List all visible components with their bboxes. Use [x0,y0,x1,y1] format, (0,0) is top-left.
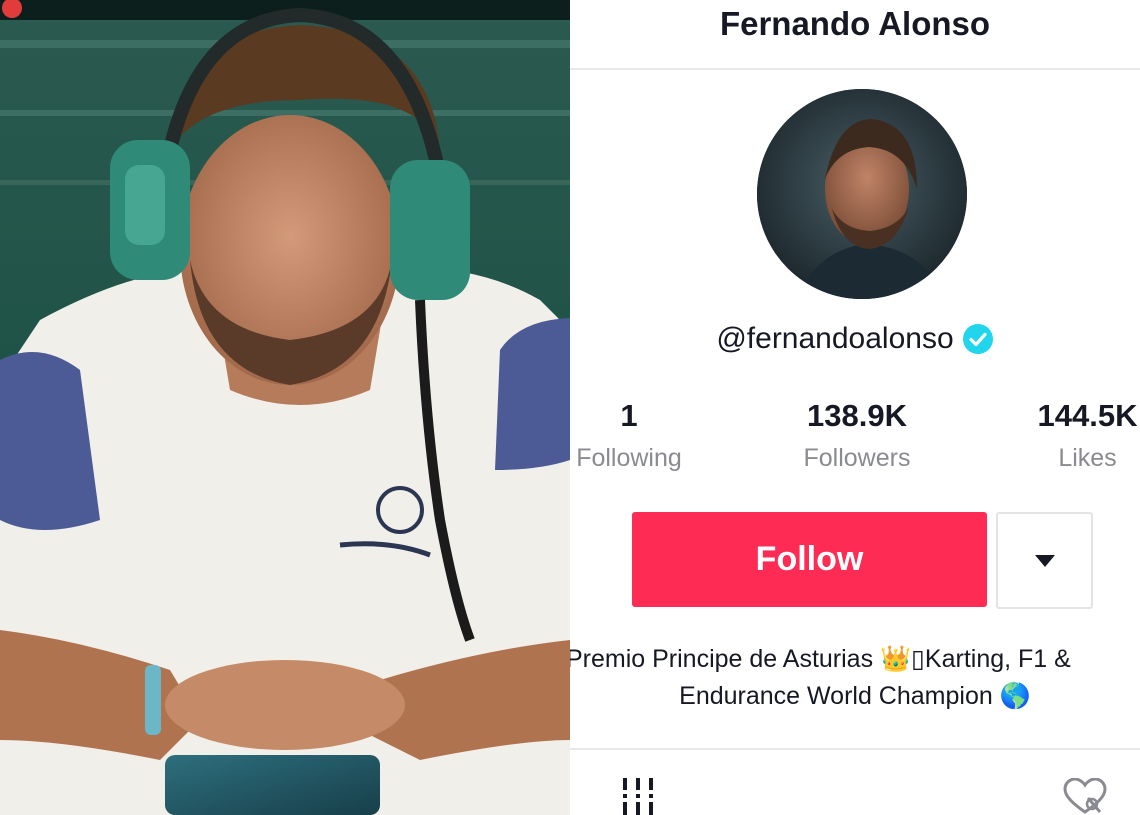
stat-value: 1 [620,398,638,433]
stat-value: 144.5K [1037,398,1138,433]
stat-label: Followers [803,444,911,472]
follow-button[interactable]: Follow [632,512,987,607]
stat-label: Following [576,444,682,472]
hidden-heart-icon[interactable] [1062,778,1108,815]
bio-line-2: Endurance World Champion 🌎 [679,682,1031,710]
stat-value: 138.9K [807,398,907,433]
handle-row: @fernandoalonso [570,322,1140,356]
stat-followers[interactable]: 138.9K Followers [782,396,932,480]
profile-panel: Fernando Alonso @fernandoalonso 1 Follow… [570,0,1140,815]
page-title: Fernando Alonso [719,5,991,42]
header-divider [570,68,1140,70]
caret-down-icon [1034,554,1055,567]
grid-icon[interactable] [622,778,654,815]
more-options-button[interactable] [996,512,1093,609]
tabs-divider [570,748,1140,750]
bio-line-1: Premio Principe de Asturias 👑▯Karting, F… [570,645,1071,673]
stat-label: Likes [1058,444,1117,472]
avatar[interactable] [757,89,967,299]
stat-following[interactable]: 1 Following [570,396,688,480]
stat-likes[interactable]: 144.5K Likes [1030,396,1140,480]
verified-badge-icon [962,324,993,354]
portrait-photo [0,0,570,815]
username-handle: @fernandoalonso [716,322,954,355]
